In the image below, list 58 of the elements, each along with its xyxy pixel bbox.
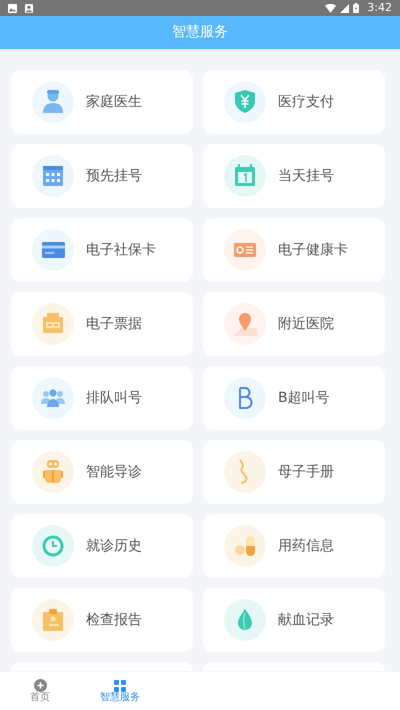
wifi-icon: [325, 4, 336, 12]
service-label: 用药信息: [278, 536, 334, 556]
map-pin-icon: [224, 303, 266, 345]
letter-b-icon: [224, 377, 266, 419]
service-label: 附近医院: [278, 314, 334, 334]
image-icon: [8, 4, 17, 12]
service-label: 母子手册: [278, 462, 334, 482]
service-label: 排队叫号: [86, 388, 142, 408]
service-card[interactable]: 家庭医生: [11, 70, 193, 134]
service-label: 当天挂号: [278, 166, 334, 186]
service-card[interactable]: 检查报告: [11, 588, 193, 652]
grid-icon: [114, 680, 126, 692]
service-label: 电子票据: [86, 314, 142, 334]
service-card[interactable]: 用药信息: [203, 514, 385, 578]
plus-circle-icon: [34, 679, 46, 692]
drop-icon: [224, 599, 266, 641]
service-card[interactable]: 当天挂号: [203, 144, 385, 208]
capsule-icon: [224, 525, 266, 567]
service-card[interactable]: 电子社保卡: [11, 218, 193, 282]
service-label: 智能导诊: [86, 462, 142, 482]
service-card[interactable]: B超叫号: [203, 366, 385, 430]
service-card[interactable]: 电子票据: [11, 292, 193, 356]
calendar-icon: [32, 155, 74, 197]
service-card[interactable]: 医疗支付: [203, 70, 385, 134]
shield-yen-icon: [224, 81, 266, 123]
portrait-icon: [25, 4, 33, 12]
clock-time: 3:42: [367, 0, 392, 16]
service-card[interactable]: 母子手册: [203, 440, 385, 504]
robot-icon: [32, 451, 74, 493]
service-label: 献血记录: [278, 610, 334, 630]
service-card[interactable]: 电子健康卡: [203, 218, 385, 282]
service-label: 电子社保卡: [86, 240, 156, 260]
service-label: B超叫号: [278, 388, 330, 408]
service-label: 就诊历史: [86, 536, 142, 556]
service-card[interactable]: 智能导诊: [11, 440, 193, 504]
page-title: 智慧服务: [172, 23, 228, 42]
clipboard-icon: [32, 599, 74, 641]
service-label: 家庭医生: [86, 92, 142, 112]
service-label: 医疗支付: [278, 92, 334, 112]
card-icon: [32, 229, 74, 271]
service-label: 预先挂号: [86, 166, 142, 186]
service-label: 检查报告: [86, 610, 142, 630]
service-card[interactable]: 就诊历史: [11, 514, 193, 578]
curve-icon: [224, 451, 266, 493]
calendar-day-icon: [224, 155, 266, 197]
battery-icon: [353, 3, 360, 13]
clock-icon: [32, 525, 74, 567]
service-card[interactable]: 预先挂号: [11, 144, 193, 208]
group-icon: [32, 377, 74, 419]
nav-tab[interactable]: 首页: [0, 672, 80, 710]
service-label: 电子健康卡: [278, 240, 348, 260]
service-card[interactable]: 附近医院: [203, 292, 385, 356]
service-card[interactable]: 排队叫号: [11, 366, 193, 430]
receipt-box-icon: [32, 303, 74, 345]
service-card[interactable]: 献血记录: [203, 588, 385, 652]
id-card-icon: [224, 229, 266, 271]
doctor-icon: [32, 81, 74, 123]
signal-icon: [340, 4, 350, 12]
